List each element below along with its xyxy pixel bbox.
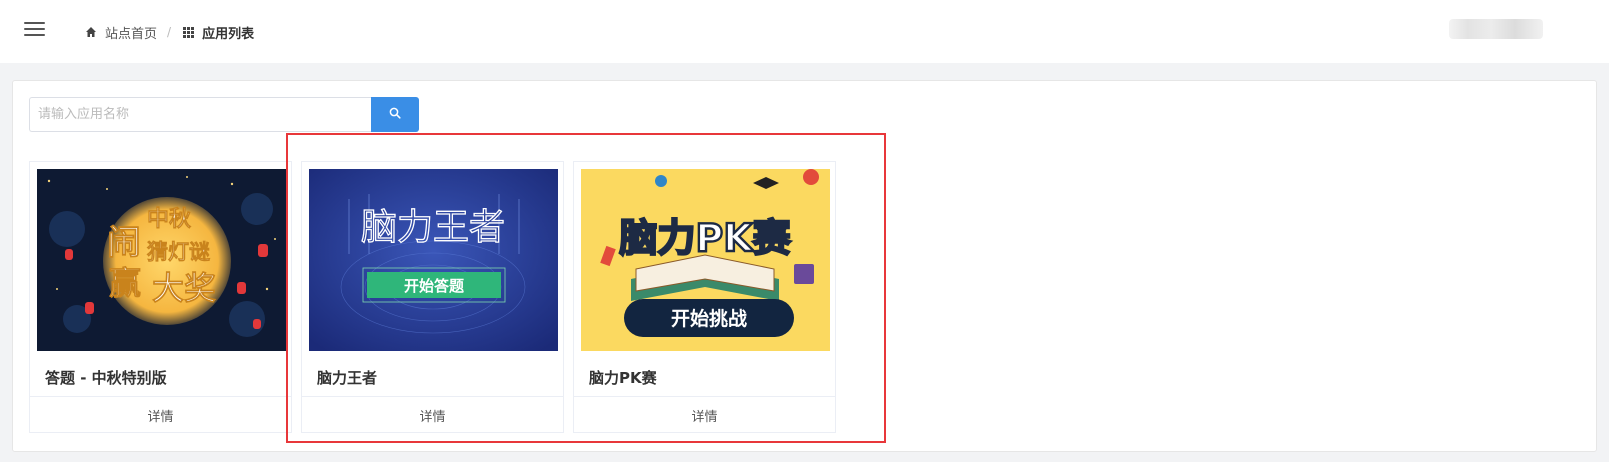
app-card: 脑力王者 开始答题 脑力王者 详情	[301, 161, 564, 433]
search-button[interactable]	[371, 97, 419, 132]
cover-text: 脑力PK赛	[619, 216, 791, 260]
grid-icon	[181, 25, 195, 39]
app-cover-image[interactable]: 脑力王者 开始答题	[309, 169, 558, 351]
app-name: 答题 - 中秋特别版	[45, 369, 167, 387]
app-cover-image[interactable]: 脑力PK赛 开始挑战	[581, 169, 830, 351]
app-detail-link[interactable]: 详情	[30, 396, 291, 433]
breadcrumb: 站点首页 / 应用列表	[84, 22, 254, 42]
cover-text: 猜灯谜	[146, 239, 210, 264]
home-icon	[84, 25, 98, 39]
breadcrumb-separator: /	[167, 25, 172, 39]
app-card: 闹 中秋 猜灯谜 赢 大奖 答题 - 中秋特别版 详情	[29, 161, 292, 433]
user-avatar[interactable]	[1449, 19, 1543, 39]
app-card: 脑力PK赛 开始挑战 脑力PK赛 详情	[573, 161, 836, 433]
top-bar: 站点首页 / 应用列表	[0, 0, 1609, 63]
cover-text: 开始挑战	[671, 307, 747, 330]
breadcrumb-current: 应用列表	[181, 23, 254, 42]
cover-text: 闹	[107, 223, 141, 263]
cover-text: 中秋	[147, 206, 192, 232]
cover-text: 大奖	[152, 269, 216, 307]
cover-text: 开始答题	[404, 277, 465, 295]
cover-text: 赢	[109, 264, 141, 302]
app-cover-image[interactable]: 闹 中秋 猜灯谜 赢 大奖	[37, 169, 286, 351]
app-name: 脑力PK赛	[589, 369, 657, 387]
search-input[interactable]	[29, 97, 372, 132]
app-name: 脑力王者	[317, 369, 378, 387]
cover-text: 脑力王者	[361, 207, 505, 248]
breadcrumb-home-label: 站点首页	[105, 26, 158, 42]
breadcrumb-current-label: 应用列表	[202, 26, 255, 42]
search-icon	[389, 107, 401, 122]
breadcrumb-home-link[interactable]: 站点首页	[84, 23, 157, 42]
app-detail-link[interactable]: 详情	[302, 396, 563, 433]
app-detail-link[interactable]: 详情	[574, 396, 835, 433]
menu-icon[interactable]	[24, 22, 45, 38]
